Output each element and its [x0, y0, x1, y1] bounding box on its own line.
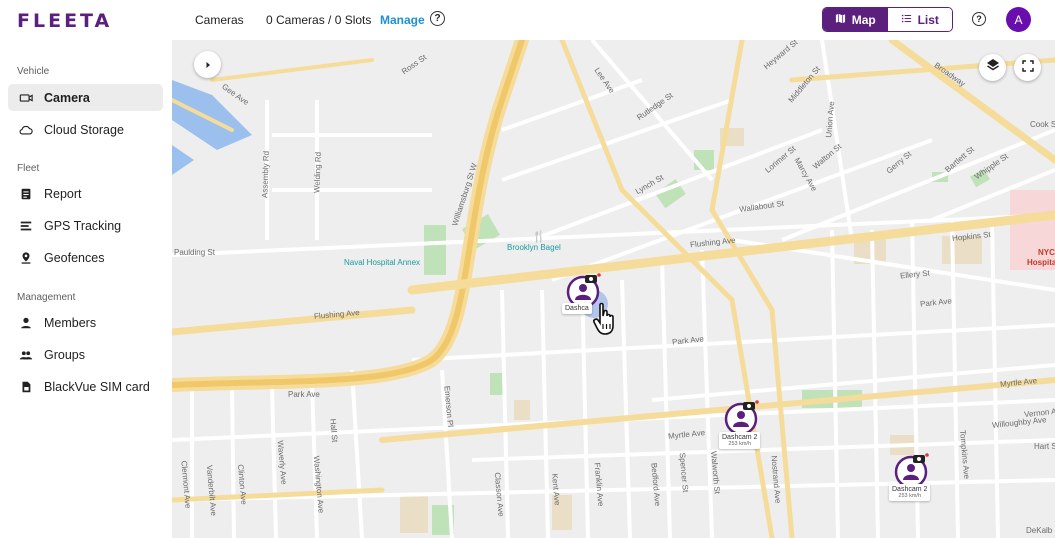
- report-icon: [18, 186, 34, 202]
- groups-icon: [18, 347, 34, 363]
- map-layers-button[interactable]: [979, 54, 1006, 81]
- section-fleet: Fleet: [17, 163, 40, 174]
- speed-readout: 253 km/h: [898, 493, 922, 499]
- help-icon[interactable]: ?: [430, 11, 445, 26]
- hand-cursor-icon: [593, 302, 614, 335]
- section-management: Management: [17, 292, 76, 303]
- chevron-right-icon: [204, 56, 212, 74]
- sidebar-item-groups[interactable]: Groups: [8, 341, 163, 368]
- manage-link[interactable]: Manage: [380, 13, 425, 27]
- sim-card-icon: [18, 379, 34, 395]
- expand-panel-button[interactable]: [194, 51, 221, 78]
- list-view-label: List: [917, 12, 939, 27]
- sidebar-item-geofences[interactable]: Geofences: [8, 244, 163, 271]
- avatar[interactable]: A: [1006, 7, 1031, 32]
- poi-naval-hospital-annex[interactable]: Naval Hospital Annex: [344, 258, 420, 267]
- dashcam-marker[interactable]: Dashcam 2 253 km/h: [889, 452, 949, 512]
- street-label: Hart St: [1034, 442, 1055, 451]
- help-center-icon[interactable]: ?: [972, 12, 986, 26]
- sidebar-item-label: GPS Tracking: [44, 218, 122, 233]
- street-label: Hall St: [328, 418, 340, 443]
- gps-tracking-icon: [18, 218, 34, 234]
- map-icon: [835, 13, 846, 27]
- sidebar-item-gps-tracking[interactable]: GPS Tracking: [8, 212, 163, 239]
- top-header: Cameras 0 Cameras / 0 Slots Manage ? Map…: [172, 0, 1055, 40]
- view-toggle: Map List: [822, 7, 953, 32]
- cloud-icon: [18, 122, 34, 138]
- dashcam-label: Dashca: [562, 303, 592, 314]
- page-title: Cameras: [195, 13, 244, 27]
- poi-brooklyn-bagel[interactable]: Brooklyn Bagel: [507, 243, 561, 252]
- sidebar-item-label: Cloud Storage: [44, 122, 124, 137]
- map-view-button[interactable]: Map: [823, 8, 888, 31]
- sidebar-item-camera[interactable]: Camera: [8, 84, 163, 111]
- poi-nyc-hospital[interactable]: NYC: [1038, 248, 1055, 257]
- sidebar-item-label: Geofences: [44, 250, 105, 265]
- map-view[interactable]: Ross St Gee Ave Heyward St Lee Ave Rutle…: [172, 40, 1055, 538]
- street-label: Welding Rd: [312, 151, 323, 194]
- dashcam-label: Dashcam 2 253 km/h: [889, 484, 931, 501]
- member-icon: [18, 315, 34, 331]
- poi-nyc-hospital-line2: Hospita: [1027, 258, 1055, 267]
- sidebar-item-label: Members: [44, 315, 97, 330]
- map-view-label: Map: [851, 12, 876, 27]
- sidebar-item-cloud-storage[interactable]: Cloud Storage: [8, 116, 163, 143]
- sidebar-item-sim-card[interactable]: BlackVue SIM card: [8, 373, 163, 400]
- camera-icon: [18, 90, 34, 106]
- sidebar-item-members[interactable]: Members: [8, 309, 163, 336]
- street-label: Park Ave: [288, 390, 320, 399]
- geofence-icon: [18, 250, 34, 266]
- sidebar-item-report[interactable]: Report: [8, 180, 163, 207]
- layers-icon: [986, 58, 1000, 77]
- dashcam-marker-icon: [894, 453, 929, 489]
- fullscreen-button[interactable]: [1014, 54, 1041, 81]
- street-label: Cook St: [1030, 120, 1055, 129]
- section-vehicle: Vehicle: [17, 66, 50, 77]
- street-label: Assembly Rd: [260, 150, 271, 199]
- sidebar-item-label: Report: [44, 186, 82, 201]
- fleeta-logo[interactable]: FLEETA: [17, 10, 112, 32]
- sidebar-item-label: BlackVue SIM card: [44, 379, 150, 394]
- fork-knife-icon: 🍴: [532, 231, 546, 243]
- dashcam-marker[interactable]: Dashca: [560, 270, 620, 335]
- street-label: Paulding St: [174, 248, 215, 257]
- speed-readout: 253 km/h: [728, 441, 752, 447]
- sidebar: FLEETA Vehicle Camera Cloud Storage Flee…: [0, 0, 172, 538]
- sidebar-item-label: Groups: [44, 347, 85, 362]
- fullscreen-icon: [1021, 59, 1034, 77]
- list-icon: [901, 13, 912, 27]
- street-label: DeKalb: [1026, 526, 1053, 535]
- list-view-button[interactable]: List: [887, 8, 952, 31]
- sidebar-item-label: Camera: [44, 90, 90, 105]
- dashcam-marker-icon: [724, 400, 759, 436]
- dashcam-label: Dashcam 2 253 km/h: [719, 432, 761, 449]
- camera-slot-count: 0 Cameras / 0 Slots: [266, 13, 372, 27]
- dashcam-marker[interactable]: Dashcam 2 253 km/h: [719, 398, 779, 458]
